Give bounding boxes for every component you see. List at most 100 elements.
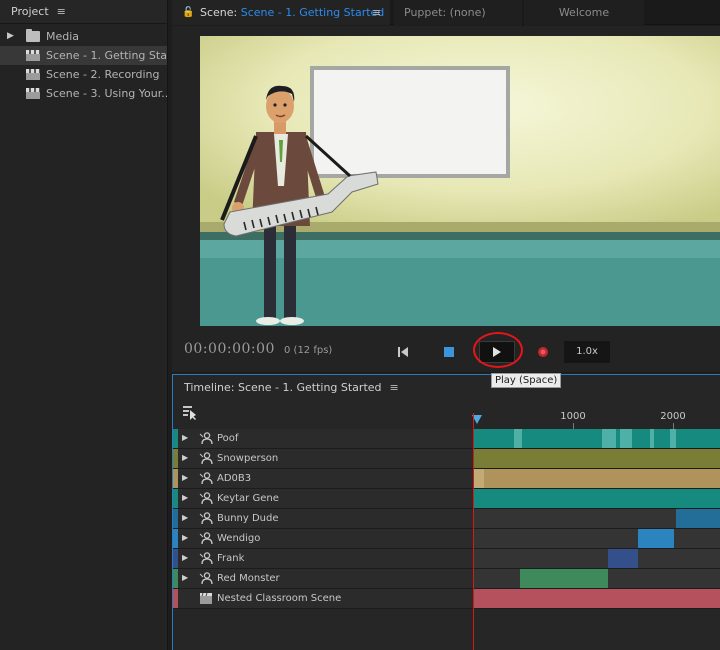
track-lane[interactable] [474,529,720,548]
timeline-tab[interactable]: Timeline: Scene - 1. Getting Started ≡ [173,375,720,401]
timecode-display: 00:00:00:00 [184,341,275,357]
track-name: Frank [217,553,245,564]
track-clip[interactable] [676,509,720,528]
track-clip[interactable] [520,569,608,588]
track-color-swatch [173,569,178,588]
track-header[interactable]: ▶ AD0B3 [173,469,473,488]
puppet-icon [199,452,213,465]
expand-triangle-icon[interactable]: ▶ [7,27,14,46]
expand-triangle-icon[interactable]: ▶ [182,473,188,482]
scene-stage[interactable] [200,36,720,326]
track-name: Keytar Gene [217,493,279,504]
tab-scene[interactable]: 🔓 Scene: Scene - 1. Getting Started ≡ [172,0,390,25]
expand-triangle-icon[interactable]: ▶ [182,453,188,462]
tree-item-scene-1[interactable]: Scene - 1. Getting Sta... [0,46,167,65]
track-clip[interactable] [474,489,720,508]
track-clip[interactable] [620,429,632,448]
track-color-swatch [173,509,178,528]
track-lane[interactable] [474,429,720,448]
track-name: AD0B3 [217,473,252,484]
lock-icon[interactable]: 🔓 [182,0,194,25]
track-clip[interactable] [474,589,720,608]
tree-item-label: Scene - 1. Getting Sta... [46,49,167,62]
track-row[interactable]: ▶ Frank [173,549,720,569]
tree-item-media[interactable]: ▶ Media [0,27,167,46]
hamburger-icon[interactable]: ≡ [57,5,66,18]
track-clip[interactable] [474,449,720,468]
clapperboard-icon [26,69,40,80]
track-clip[interactable] [514,429,522,448]
play-tooltip: Play (Space) [491,373,562,388]
track-clip[interactable] [474,429,720,448]
track-header[interactable]: ▶ Snowperson [173,449,473,468]
tree-item-label: Media [46,30,80,43]
track-name: Bunny Dude [217,513,279,524]
stop-button[interactable] [438,341,460,363]
track-header[interactable]: Nested Classroom Scene [173,589,473,608]
track-name: Red Monster [217,573,280,584]
expand-triangle-icon[interactable]: ▶ [182,513,188,522]
track-select-icon[interactable] [182,405,198,421]
track-lane[interactable] [474,489,720,508]
track-header[interactable]: ▶ Wendigo [173,529,473,548]
puppet-icon [199,432,213,445]
hamburger-icon[interactable]: ≡ [372,0,381,25]
track-lane[interactable] [474,549,720,568]
track-row[interactable]: Nested Classroom Scene [173,589,720,609]
track-clip[interactable] [608,549,638,568]
track-row[interactable]: ▶ Keytar Gene [173,489,720,509]
track-row[interactable]: ▶ Snowperson [173,449,720,469]
timeline-title: Timeline: Scene - 1. Getting Started [184,381,382,394]
hamburger-icon[interactable]: ≡ [390,381,399,394]
track-lane[interactable] [474,509,720,528]
track-clip[interactable] [474,469,720,488]
track-lane[interactable] [474,569,720,588]
track-clip[interactable] [474,469,484,488]
track-name: Wendigo [217,533,261,544]
track-header[interactable]: ▶ Poof [173,429,473,448]
track-row[interactable]: ▶ AD0B3 [173,469,720,489]
transport-bar: 00:00:00:00 0 (12 fps) 1.0x [172,332,720,372]
skip-to-start-icon [398,347,408,357]
track-color-swatch [173,489,178,508]
folder-icon [26,29,40,42]
track-clip[interactable] [602,429,616,448]
expand-triangle-icon[interactable]: ▶ [182,573,188,582]
track-row[interactable]: ▶ Poof [173,429,720,449]
track-header[interactable]: ▶ Red Monster [173,569,473,588]
expand-triangle-icon[interactable]: ▶ [182,553,188,562]
track-clip[interactable] [638,529,674,548]
rewind-button[interactable] [392,341,414,363]
track-clip[interactable] [650,429,654,448]
track-header[interactable]: ▶ Frank [173,549,473,568]
playhead-line[interactable] [473,413,474,650]
track-lane[interactable] [474,469,720,488]
track-row[interactable]: ▶ Bunny Dude [173,509,720,529]
track-row[interactable]: ▶ Red Monster [173,569,720,589]
playback-speed-button[interactable]: 1.0x [564,341,610,363]
track-header[interactable]: ▶ Keytar Gene [173,489,473,508]
track-name: Snowperson [217,453,279,464]
scene-tab-name: Scene - 1. Getting Started [240,6,385,19]
tab-puppet[interactable]: Puppet: (none) [394,0,522,25]
expand-triangle-icon[interactable]: ▶ [182,493,188,502]
puppet-icon [199,512,213,525]
record-button[interactable] [532,341,554,363]
tree-item-scene-3[interactable]: Scene - 3. Using Your... [0,84,167,103]
ruler-label-2000: 2000 [660,411,686,422]
track-lane[interactable] [474,449,720,468]
track-color-swatch [173,449,178,468]
clapperboard-icon [200,592,212,604]
expand-triangle-icon[interactable]: ▶ [182,433,188,442]
tree-item-scene-2[interactable]: Scene - 2. Recording [0,65,167,84]
track-lane[interactable] [474,589,720,608]
track-header[interactable]: ▶ Bunny Dude [173,509,473,528]
project-tab[interactable]: Project ≡ [0,0,167,24]
tab-welcome[interactable]: Welcome [524,0,644,25]
timeline-ruler[interactable]: 1000 2000 [472,401,720,429]
expand-triangle-icon[interactable]: ▶ [182,533,188,542]
track-clip[interactable] [670,429,676,448]
timeline-toolbar [173,401,473,429]
track-name: Nested Classroom Scene [217,593,342,604]
track-row[interactable]: ▶ Wendigo [173,529,720,549]
